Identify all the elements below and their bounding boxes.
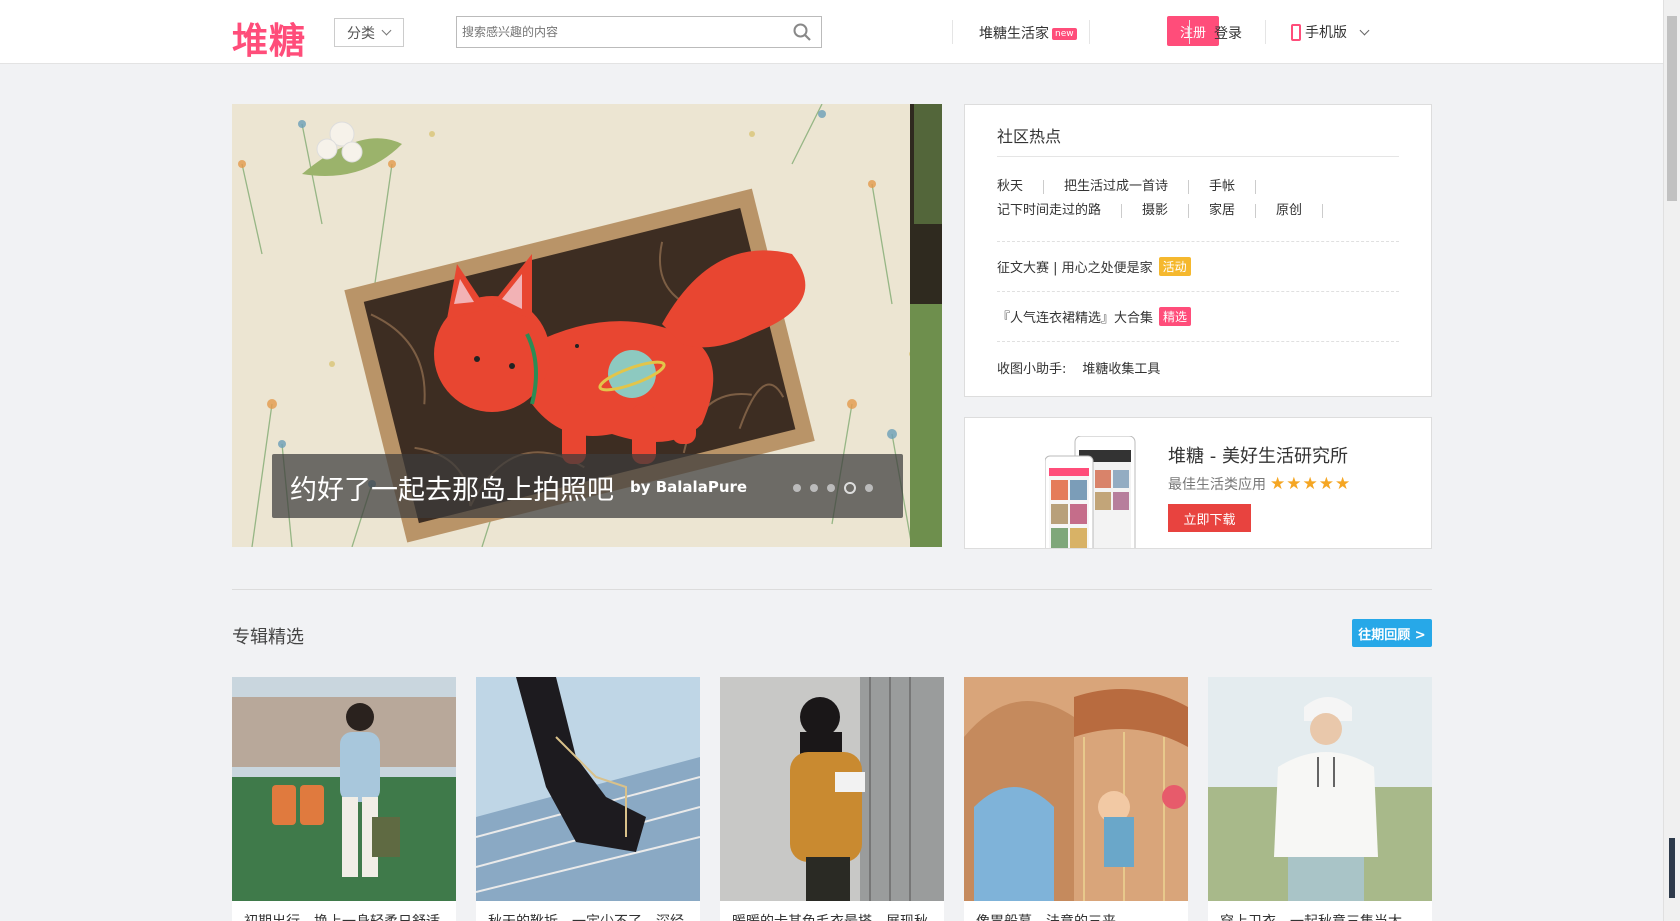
carousel-dots [793,482,873,494]
album-image [720,677,944,901]
login-link[interactable]: 登录 [1214,23,1242,43]
carousel-caption: 约好了一起去那岛上拍照吧 by BalalaPure [272,454,903,518]
life-home-link[interactable]: 堆糖生活家 new [979,23,1077,43]
album-card[interactable]: 秋天的靴拆，一定少不了，深经 [476,677,700,921]
divider [997,241,1399,242]
scroll-indicator [1669,838,1675,898]
search-input[interactable] [457,17,777,47]
album-title[interactable]: 像胃般慕，法意的三来 [976,911,1116,921]
caption-title[interactable]: 约好了一起去那岛上拍照吧 [290,468,614,507]
mobile-label: 手机版 [1305,25,1347,41]
carousel-dot-active[interactable] [844,482,856,494]
life-home-label: 堆糖生活家 [979,26,1049,42]
caption-author[interactable]: by BalalaPure [630,478,747,496]
header-divider [952,20,953,44]
new-badge: new [1052,28,1077,40]
register-button[interactable]: 注册 [1167,16,1219,46]
album-card[interactable]: 穿上卫衣，一起秋意三集当太 [1208,677,1432,921]
carousel-dot[interactable] [793,484,801,492]
carousel-dot[interactable] [865,484,873,492]
album-title[interactable]: 初期出行，换上一身轻柔日舒适 [244,911,440,921]
app-subtitle-text: 最佳生活类应用 [1168,477,1266,493]
mobile-link[interactable]: 手机版 [1291,22,1347,42]
album-image [1208,677,1432,901]
hot-tag[interactable]: 家居 [1209,204,1257,218]
header-divider [1265,20,1266,44]
album-title[interactable]: 秋天的靴拆，一定少不了，深经 [488,911,684,921]
hot-title: 社区热点 [997,127,1062,146]
hot-tag[interactable]: 记下时间走过的路 [997,204,1123,218]
dress-link[interactable]: 『人气连衣裙精选』大合集 [997,307,1153,326]
hot-tag[interactable]: 手帐 [1209,180,1257,194]
helper-label: 收图小助手: [997,362,1067,377]
contest-row[interactable]: 征文大赛 | 用心之处便是家 活动 [997,257,1191,276]
carousel-dot[interactable] [827,484,835,492]
site-logo[interactable]: 堆糖 [232,12,306,64]
header-divider [1189,20,1190,44]
past-issues-button[interactable]: 往期回顾 > [1352,619,1432,647]
album-card[interactable]: 像胃般慕，法意的三来 [964,677,1188,921]
scrollbar-thumb[interactable] [1667,16,1677,201]
category-dropdown[interactable]: 分类 [334,18,404,47]
dress-row[interactable]: 『人气连衣裙精选』大合集 精选 [997,307,1192,326]
hot-tag[interactable]: 把生活过成一首诗 [1064,180,1190,194]
app-name: 堆糖 - 美好生活研究所 [1168,446,1348,467]
section-divider [232,589,1432,590]
album-image [232,677,456,901]
divider [997,291,1399,292]
hot-tag[interactable]: 原创 [1276,204,1324,218]
star-rating-icon: ★★★★★ [1270,474,1352,494]
section-title: 专辑精选 [232,627,304,648]
page-scrollbar[interactable] [1663,0,1680,921]
phone-icon [1291,23,1301,41]
contest-link[interactable]: 征文大赛 | 用心之处便是家 [997,257,1153,276]
search-box [456,16,822,48]
app-promo-panel: 堆糖 - 美好生活研究所 最佳生活类应用 ★★★★★ 立即下载 [964,417,1432,549]
album-image [964,677,1188,901]
activity-badge: 活动 [1158,257,1191,276]
divider [997,156,1399,157]
album-image [476,677,700,901]
category-label: 分类 [347,25,375,42]
chevron-down-icon[interactable] [1359,25,1370,36]
album-card[interactable]: 初期出行，换上一身轻柔日舒适 [232,677,456,921]
carousel-dot[interactable] [810,484,818,492]
search-icon[interactable] [793,23,811,41]
helper-row: 收图小助手: 堆糖收集工具 [997,358,1160,377]
app-subtitle: 最佳生活类应用 ★★★★★ [1168,474,1351,494]
hot-tag[interactable]: 摄影 [1142,204,1190,218]
community-hot-panel: 社区热点 秋天 把生活过成一首诗 手帐 记下时间走过的路 摄影 家居 原创 征文… [964,104,1432,397]
album-card[interactable]: 暖暖的卡其色毛衣最搭，展现秋 [720,677,944,921]
header-divider [1089,20,1090,44]
chevron-down-icon [381,25,392,36]
album-title[interactable]: 穿上卫衣，一起秋意三集当太 [1220,911,1402,921]
app-screenshot-image [1045,436,1136,548]
hot-tag[interactable]: 秋天 [997,180,1045,194]
featured-badge: 精选 [1159,307,1192,326]
top-header: 堆糖 分类 堆糖生活家new 注册 登录 手机版 [0,0,1663,64]
divider [997,341,1399,342]
download-button[interactable]: 立即下载 [1168,504,1251,532]
helper-tool-link[interactable]: 堆糖收集工具 [1082,358,1160,377]
featured-carousel[interactable]: 约好了一起去那岛上拍照吧 by BalalaPure [232,104,942,547]
album-cards: 初期出行，换上一身轻柔日舒适 秋天的靴拆，一定少不了，深经 暖暖的卡其色毛衣最搭… [232,677,1432,921]
album-title[interactable]: 暖暖的卡其色毛衣最搭，展现秋 [732,911,928,921]
hot-tags: 秋天 把生活过成一首诗 手帐 记下时间走过的路 摄影 家居 原创 [997,175,1407,223]
